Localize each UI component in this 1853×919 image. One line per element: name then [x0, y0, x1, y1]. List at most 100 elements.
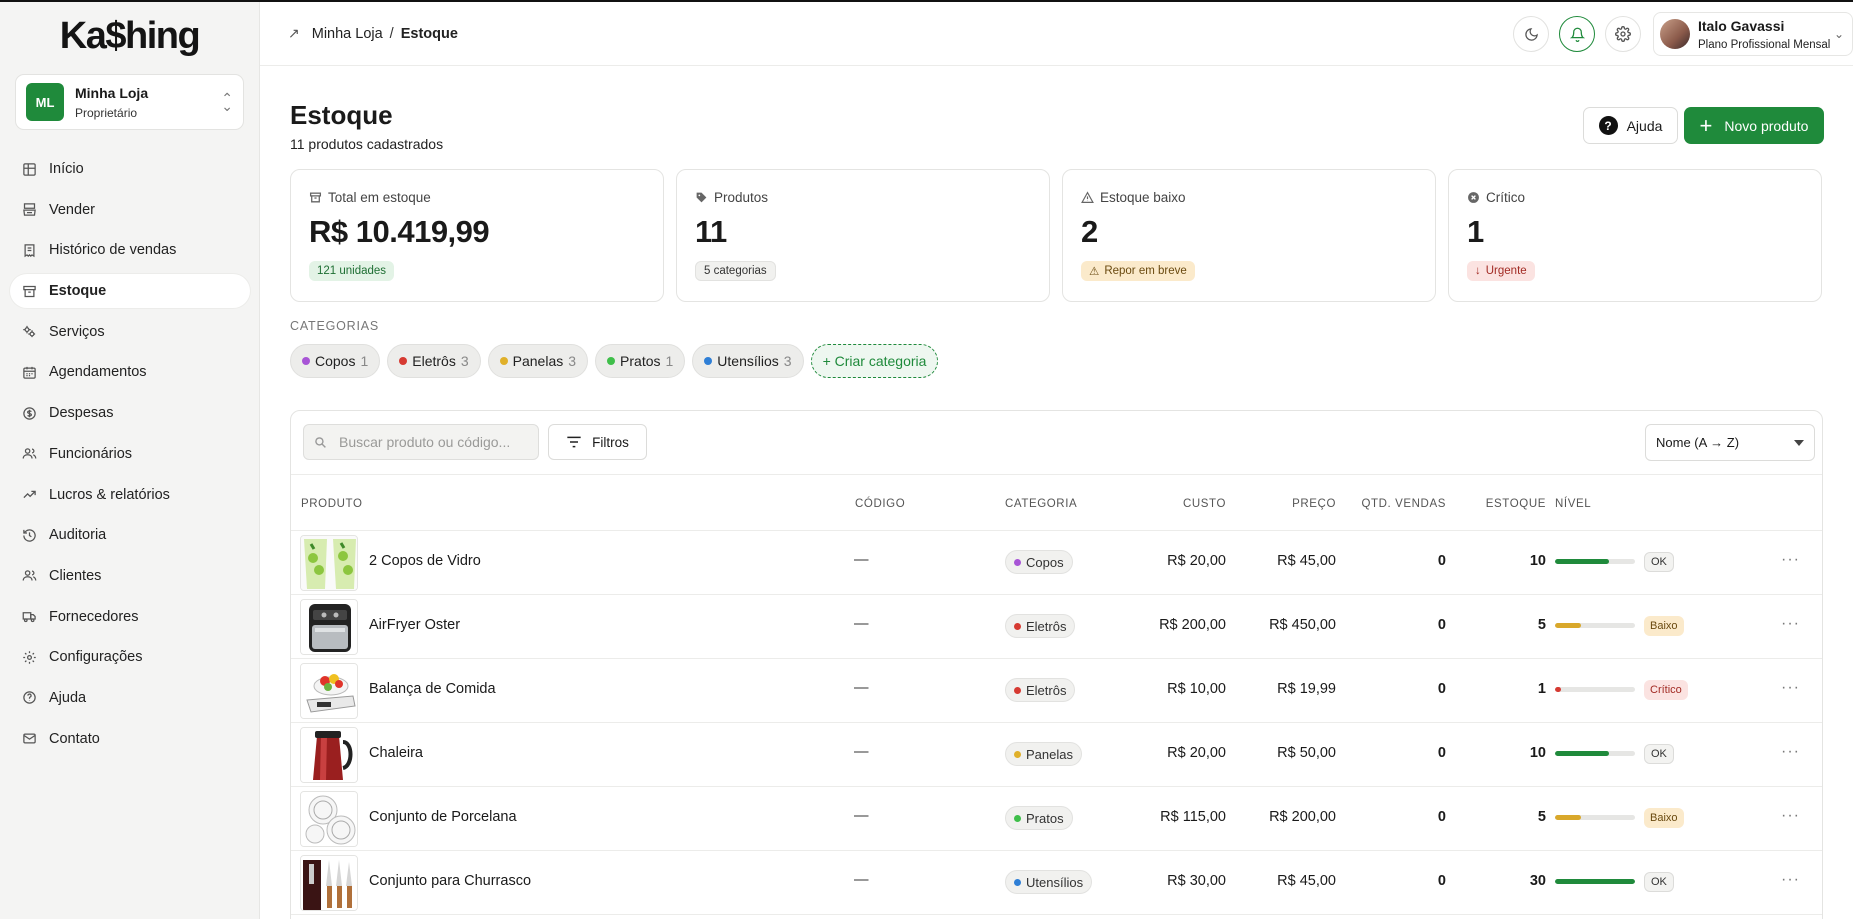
table-row[interactable]: Conjunto de Porcelana — Pratos R$ 115,00 R$ …	[291, 787, 1822, 851]
category-dot	[1014, 686, 1021, 694]
sidebar-item-auditoria[interactable]: Auditoria	[10, 518, 250, 552]
search-box[interactable]	[303, 424, 539, 460]
stat-card-total: Total em estoque R$ 10.419,99 121 unidad…	[290, 169, 664, 302]
stock-status-badge: OK	[1644, 552, 1674, 572]
help-button[interactable]: ? Ajuda	[1583, 107, 1678, 144]
category-dot	[1014, 814, 1021, 822]
product-sales: 0	[1437, 553, 1446, 569]
product-name[interactable]: AirFryer Oster	[369, 617, 460, 633]
sidebar-item-label: Agendamentos	[49, 364, 147, 381]
sidebar-item-contato[interactable]: Contato	[10, 722, 250, 756]
category-dot	[499, 357, 508, 365]
col-custo[interactable]: CUSTO	[1091, 498, 1226, 510]
category-name: Eletrôs	[412, 353, 456, 369]
warning-icon	[1081, 191, 1094, 204]
stock-level-bar	[1555, 687, 1635, 692]
more-options-icon[interactable]: ···	[1781, 551, 1800, 569]
product-name[interactable]: 2 Copos de Vidro	[369, 553, 481, 569]
stat-value: 11	[695, 214, 727, 249]
settings-button[interactable]	[1605, 16, 1641, 52]
col-produto[interactable]: PRODUTO	[301, 498, 363, 510]
new-product-button[interactable]: + Novo produto	[1684, 107, 1824, 144]
product-name[interactable]: Chaleira	[369, 745, 423, 761]
sidebar-item-ajuda[interactable]: Ajuda	[10, 681, 250, 715]
sidebar-item-configuracoes[interactable]: Configurações	[10, 640, 250, 674]
category-chip[interactable]: Pratos 1	[595, 344, 686, 378]
sidebar-item-clientes[interactable]: Clientes	[10, 559, 250, 593]
sidebar-item-inicio[interactable]: Início	[10, 152, 250, 186]
status-badge: 5 categorias	[695, 261, 776, 281]
store-switcher[interactable]: ML Minha Loja Proprietário ⌃ ⌄	[15, 74, 244, 130]
col-estoque[interactable]: ESTOQUE	[1451, 498, 1546, 510]
category-name: Utensílios	[717, 353, 779, 369]
col-qtd-vendas[interactable]: QTD. VENDAS	[1321, 498, 1446, 510]
category-name: Panelas	[512, 353, 564, 369]
col-categoria[interactable]: CATEGORIA	[1005, 498, 1077, 510]
category-badge: Copos	[1005, 550, 1073, 574]
more-options-icon[interactable]: ···	[1781, 807, 1800, 825]
category-dot	[1014, 558, 1021, 566]
sidebar-item-lucros-relatorios[interactable]: Lucros & relatórios	[10, 478, 250, 512]
col-codigo[interactable]: CÓDIGO	[855, 498, 905, 510]
sidebar-item-servicos[interactable]: Serviços	[10, 315, 250, 349]
truck-icon	[22, 609, 37, 624]
sidebar-item-despesas[interactable]: Despesas	[10, 396, 250, 430]
notifications-button[interactable]	[1559, 16, 1595, 52]
sort-select[interactable]: Nome (A → Z)	[1645, 424, 1815, 461]
user-menu[interactable]: Italo Gavassi Plano Profissional Mensal …	[1653, 12, 1853, 56]
theme-toggle-button[interactable]	[1513, 16, 1549, 52]
table-body: 2 Copos de Vidro — Copos R$ 20,00 R$ 45,00 0 1…	[291, 531, 1822, 915]
product-thumbnail	[300, 663, 358, 719]
sidebar-item-funcionarios[interactable]: Funcionários	[10, 437, 250, 471]
table-row[interactable]: Balança de Comida — Eletrôs R$ 10,00 R$ 19,9…	[291, 659, 1822, 723]
product-name[interactable]: Conjunto para Churrasco	[369, 873, 531, 889]
sidebar-item-estoque[interactable]: Estoque	[10, 274, 250, 309]
stat-card-critical: Crítico 1 ↓ Urgente	[1448, 169, 1822, 302]
more-options-icon[interactable]: ···	[1781, 743, 1800, 761]
plus-icon: +	[1699, 112, 1713, 138]
product-stock: 10	[1529, 553, 1546, 569]
category-chip[interactable]: Utensílios 3	[692, 344, 804, 378]
create-category-button[interactable]: + Criar categoria	[810, 344, 939, 378]
stock-status-badge: Crítico	[1644, 680, 1688, 700]
more-options-icon[interactable]: ···	[1781, 615, 1800, 633]
filter-icon	[566, 435, 582, 449]
category-chip[interactable]: Copos 1	[290, 344, 381, 378]
filters-button[interactable]: Filtros	[548, 424, 647, 460]
category-count: 1	[360, 353, 369, 369]
product-name[interactable]: Balança de Comida	[369, 681, 496, 697]
arrow-up-left-icon[interactable]: ↗	[288, 25, 300, 42]
sidebar-item-label: Serviços	[49, 323, 105, 340]
product-name[interactable]: Conjunto de Porcelana	[369, 809, 517, 825]
table-row[interactable]: AirFryer Oster — Eletrôs R$ 200,00 R$ 450,00…	[291, 595, 1822, 659]
table-row[interactable]: 2 Copos de Vidro — Copos R$ 20,00 R$ 45,00 0 1…	[291, 531, 1822, 595]
breadcrumb: Minha Loja / Estoque	[312, 26, 458, 42]
sidebar-nav: Início Vender Histórico de vendas Estoque Se…	[10, 152, 250, 762]
chevron-down-icon: ⌄	[1833, 27, 1844, 41]
product-code: —	[854, 680, 869, 696]
category-chip[interactable]: Panelas 3	[487, 344, 589, 378]
col-nivel[interactable]: NÍVEL	[1555, 498, 1591, 510]
category-count: 3	[783, 353, 792, 369]
breadcrumb-current: Estoque	[400, 25, 458, 42]
table-row[interactable]: Conjunto para Churrasco — Utensílios R$ 30,…	[291, 851, 1822, 915]
table-row[interactable]: Chaleira — Panelas R$ 20,00 R$ 50,00 0 10 OK ···	[291, 723, 1822, 787]
stock-level-bar	[1555, 623, 1635, 628]
more-options-icon[interactable]: ···	[1781, 679, 1800, 697]
sidebar-item-historico-de-vendas[interactable]: Histórico de vendas	[10, 233, 250, 267]
archive-icon	[309, 191, 322, 204]
sidebar-item-vender[interactable]: Vender	[10, 193, 250, 227]
stat-value: 2	[1081, 214, 1098, 249]
breadcrumb-parent[interactable]: Minha Loja	[312, 26, 383, 42]
stat-value: 1	[1467, 214, 1484, 249]
sidebar-item-fornecedores[interactable]: Fornecedores	[10, 600, 250, 634]
more-options-icon[interactable]: ···	[1781, 871, 1800, 889]
x-circle-icon	[1467, 191, 1480, 204]
category-chip[interactable]: Eletrôs 3	[387, 344, 481, 378]
stock-status-badge: Baixo	[1644, 808, 1684, 828]
app-logo[interactable]: Ka$hing	[0, 2, 259, 70]
sidebar-item-agendamentos[interactable]: Agendamentos	[10, 355, 250, 389]
search-input[interactable]	[339, 434, 529, 450]
product-stock: 5	[1537, 809, 1546, 825]
sidebar-item-label: Contato	[49, 730, 100, 747]
